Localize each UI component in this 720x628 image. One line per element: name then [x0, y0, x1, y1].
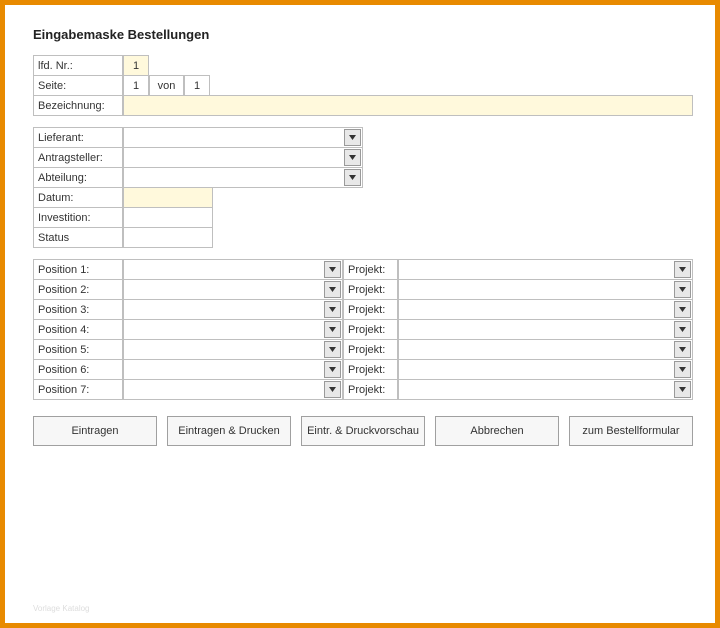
- chevron-down-icon: [324, 321, 341, 338]
- chevron-down-icon: [674, 381, 691, 398]
- investition-label: Investition:: [33, 207, 123, 228]
- position-label: Position 6:: [33, 359, 123, 380]
- seite-total: 1: [184, 75, 210, 96]
- chevron-down-icon: [344, 169, 361, 186]
- projekt-select[interactable]: [398, 319, 693, 340]
- watermark: Vorlage Katalog: [33, 604, 90, 613]
- projekt-select[interactable]: [398, 299, 693, 320]
- chevron-down-icon: [674, 341, 691, 358]
- projekt-label: Projekt:: [343, 339, 398, 360]
- chevron-down-icon: [324, 381, 341, 398]
- position-label: Position 2:: [33, 279, 123, 300]
- projekt-label: Projekt:: [343, 279, 398, 300]
- chevron-down-icon: [324, 281, 341, 298]
- chevron-down-icon: [324, 361, 341, 378]
- eintragen-drucken-button[interactable]: Eintragen & Drucken: [167, 416, 291, 446]
- position-select[interactable]: [123, 359, 343, 380]
- lfd-value[interactable]: 1: [123, 55, 149, 76]
- seite-von-label: von: [149, 75, 184, 96]
- position-label: Position 3:: [33, 299, 123, 320]
- projekt-label: Projekt:: [343, 299, 398, 320]
- position-select[interactable]: [123, 299, 343, 320]
- abbrechen-button[interactable]: Abbrechen: [435, 416, 559, 446]
- zum-formular-button[interactable]: zum Bestellformular: [569, 416, 693, 446]
- position-select[interactable]: [123, 319, 343, 340]
- eintr-vorschau-button[interactable]: Eintr. & Druckvorschau: [301, 416, 425, 446]
- lfd-label: lfd. Nr.:: [33, 55, 123, 76]
- position-label: Position 7:: [33, 379, 123, 400]
- lieferant-label: Lieferant:: [33, 127, 123, 148]
- bezeichnung-field[interactable]: [123, 95, 693, 116]
- chevron-down-icon: [674, 361, 691, 378]
- position-label: Position 5:: [33, 339, 123, 360]
- position-select[interactable]: [123, 259, 343, 280]
- projekt-label: Projekt:: [343, 259, 398, 280]
- eintragen-button[interactable]: Eintragen: [33, 416, 157, 446]
- chevron-down-icon: [344, 129, 361, 146]
- projekt-label: Projekt:: [343, 359, 398, 380]
- chevron-down-icon: [324, 261, 341, 278]
- mid-block: Lieferant: Antragsteller: Abteilung:: [33, 127, 693, 248]
- chevron-down-icon: [344, 149, 361, 166]
- chevron-down-icon: [324, 301, 341, 318]
- projekt-label: Projekt:: [343, 379, 398, 400]
- datum-field[interactable]: [123, 187, 213, 208]
- header-block: lfd. Nr.: 1 Seite: 1 von 1 Bezeichnung:: [33, 55, 693, 116]
- bezeichnung-label: Bezeichnung:: [33, 95, 123, 116]
- antragsteller-label: Antragsteller:: [33, 147, 123, 168]
- projekt-select[interactable]: [398, 379, 693, 400]
- window-frame: Eingabemaske Bestellungen lfd. Nr.: 1 Se…: [0, 0, 720, 628]
- antragsteller-select[interactable]: [123, 147, 363, 168]
- chevron-down-icon: [674, 321, 691, 338]
- projekt-select[interactable]: [398, 359, 693, 380]
- position-select[interactable]: [123, 339, 343, 360]
- projekt-select[interactable]: [398, 279, 693, 300]
- status-field[interactable]: [123, 227, 213, 248]
- lieferant-select[interactable]: [123, 127, 363, 148]
- button-bar: Eintragen Eintragen & Drucken Eintr. & D…: [33, 416, 693, 446]
- projekt-label: Projekt:: [343, 319, 398, 340]
- chevron-down-icon: [674, 261, 691, 278]
- projekt-select[interactable]: [398, 339, 693, 360]
- status-label: Status: [33, 227, 123, 248]
- chevron-down-icon: [324, 341, 341, 358]
- chevron-down-icon: [674, 281, 691, 298]
- projekt-select[interactable]: [398, 259, 693, 280]
- investition-field[interactable]: [123, 207, 213, 228]
- seite-label: Seite:: [33, 75, 123, 96]
- position-label: Position 1:: [33, 259, 123, 280]
- abteilung-label: Abteilung:: [33, 167, 123, 188]
- seite-value: 1: [123, 75, 149, 96]
- page-title: Eingabemaske Bestellungen: [33, 27, 693, 42]
- position-select[interactable]: [123, 379, 343, 400]
- positions-block: Position 1: Projekt: Position 2: Projekt: Po…: [33, 259, 693, 400]
- position-label: Position 4:: [33, 319, 123, 340]
- datum-label: Datum:: [33, 187, 123, 208]
- chevron-down-icon: [674, 301, 691, 318]
- abteilung-select[interactable]: [123, 167, 363, 188]
- position-select[interactable]: [123, 279, 343, 300]
